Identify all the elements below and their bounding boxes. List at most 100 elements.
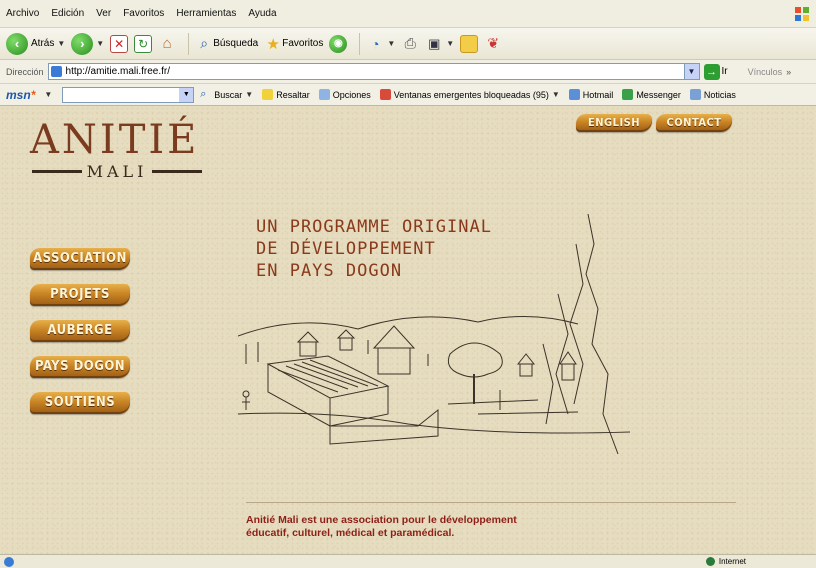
page-headline: UN PROGRAMME ORIGINAL DE DÉVELOPPEMENT E… bbox=[256, 216, 492, 282]
nav-projets-button[interactable]: PROJETS bbox=[30, 284, 130, 306]
menu-ayuda[interactable]: Ayuda bbox=[248, 8, 276, 19]
menu-archivo[interactable]: Archivo bbox=[6, 8, 39, 19]
go-button[interactable]: → Ir bbox=[703, 63, 728, 80]
site-tagline: Anitié Mali est une association pour le … bbox=[246, 514, 766, 540]
chevron-down-icon[interactable]: ▼ bbox=[683, 64, 699, 79]
options-label: Opciones bbox=[332, 89, 371, 100]
highlighter-icon bbox=[262, 89, 274, 100]
page-status-icon bbox=[4, 556, 14, 567]
back-label: Atrás bbox=[31, 38, 55, 49]
site-logo-title[interactable]: ANITIÉ bbox=[30, 120, 199, 160]
print-button[interactable]: ⎙ bbox=[401, 35, 419, 53]
go-label: Ir bbox=[721, 66, 728, 77]
nav-contact-button[interactable]: CONTACT bbox=[656, 114, 732, 132]
home-icon: ⌂ bbox=[162, 35, 172, 52]
address-url[interactable]: http://amitie.mali.free.fr/ bbox=[66, 66, 170, 77]
popup-blocker-button[interactable]: Ventanas emergentes bloqueadas (95) ▼ bbox=[379, 89, 560, 100]
headline-line-2: DE DÉVELOPPEMENT bbox=[256, 239, 436, 259]
search-icon: ⌕ bbox=[200, 88, 207, 100]
chevron-down-icon[interactable]: ▼ bbox=[96, 39, 104, 48]
chevron-down-icon[interactable]: ▼ bbox=[179, 87, 194, 102]
options-icon bbox=[318, 89, 330, 100]
status-bar: Internet bbox=[0, 554, 816, 568]
highlight-label: Resaltar bbox=[276, 89, 310, 100]
msn-search-input[interactable]: ▼ bbox=[62, 86, 195, 103]
home-button[interactable]: ⌂ bbox=[158, 35, 176, 53]
options-button[interactable]: Opciones bbox=[318, 89, 371, 100]
forward-arrow-icon: › bbox=[71, 32, 94, 55]
nav-soutiens-button[interactable]: SOUTIENS bbox=[30, 392, 130, 414]
back-button[interactable]: ‹ Atrás ▼ bbox=[6, 32, 65, 55]
menu-bar: Archivo Edición Ver Favoritos Herramient… bbox=[0, 0, 816, 28]
logo-mali-text: MALI bbox=[86, 162, 148, 181]
address-bar: Dirección http://amitie.mali.free.fr/ ▼ … bbox=[0, 60, 816, 84]
hotmail-button[interactable]: Hotmail bbox=[568, 89, 614, 100]
toolbar-divider bbox=[188, 32, 190, 55]
messenger-button[interactable]: ❦ bbox=[484, 35, 502, 53]
refresh-icon: ↻ bbox=[134, 34, 153, 53]
chevron-down-icon[interactable]: ▼ bbox=[44, 90, 52, 99]
nav-english-button[interactable]: ENGLISH bbox=[576, 114, 652, 132]
menu-favoritos[interactable]: Favoritos bbox=[123, 8, 164, 19]
star-icon: ★ bbox=[266, 35, 280, 53]
headline-line-3: EN PAYS DOGON bbox=[256, 261, 403, 281]
edit-icon: ▣ bbox=[428, 35, 441, 51]
nav-auberge-button[interactable]: AUBERGE bbox=[30, 320, 130, 342]
search-button[interactable]: ⌕ Búsqueda bbox=[195, 35, 258, 53]
messenger-link[interactable]: Messenger bbox=[622, 89, 681, 100]
back-arrow-icon: ‹ bbox=[6, 32, 28, 55]
site-logo-subtitle[interactable]: MALI bbox=[32, 162, 203, 181]
tagline-line-2: éducatif, culturel, médical et paramédic… bbox=[246, 527, 455, 539]
nav-association-button[interactable]: ASSOCIATION bbox=[30, 248, 130, 270]
content-divider bbox=[246, 502, 736, 503]
stop-icon: ✕ bbox=[110, 34, 129, 53]
favorites-button[interactable]: ★ Favoritos bbox=[264, 35, 324, 53]
news-icon bbox=[689, 89, 701, 100]
page-icon bbox=[50, 66, 62, 77]
chevron-right-icon[interactable]: » bbox=[786, 67, 791, 77]
chevron-down-icon[interactable]: ▼ bbox=[446, 39, 454, 48]
msn-logo-icon[interactable]: msn* bbox=[6, 88, 35, 102]
security-zone: Internet bbox=[705, 557, 746, 566]
messenger-buddy-icon bbox=[622, 89, 634, 100]
stop-button[interactable]: ✕ bbox=[110, 34, 129, 53]
history-button[interactable]: ◔ ▼ bbox=[366, 35, 395, 53]
logo-rule bbox=[152, 170, 203, 173]
search-icon: ⌕ bbox=[200, 35, 209, 51]
nav-pays-dogon-button[interactable]: PAYS DOGON bbox=[30, 356, 130, 378]
chevron-down-icon[interactable]: ▼ bbox=[387, 39, 395, 48]
hotmail-label: Hotmail bbox=[582, 89, 614, 100]
chevron-down-icon[interactable]: ▼ bbox=[57, 39, 65, 48]
refresh-button[interactable]: ↻ bbox=[134, 34, 153, 53]
hotmail-icon bbox=[568, 89, 580, 100]
messenger-label: Messenger bbox=[636, 89, 681, 100]
page-viewport: ANITIÉ MALI ENGLISH CONTACT ASSOCIATION … bbox=[0, 106, 816, 554]
news-label: Noticias bbox=[703, 89, 736, 100]
edit-button[interactable]: ▣ ▼ bbox=[425, 35, 454, 53]
go-arrow-icon: → bbox=[703, 63, 720, 80]
msn-search-button[interactable]: ⌕ Buscar ▼ bbox=[200, 89, 253, 100]
address-label: Dirección bbox=[6, 66, 44, 77]
menu-herramientas[interactable]: Herramientas bbox=[176, 8, 236, 19]
chevron-down-icon[interactable]: ▼ bbox=[245, 90, 253, 99]
windows-logo-icon bbox=[795, 7, 809, 21]
tagline-line-1: Anitié Mali est une association pour le … bbox=[246, 514, 517, 526]
links-button[interactable]: Vínculos bbox=[748, 67, 783, 77]
zone-label: Internet bbox=[718, 557, 746, 566]
media-button[interactable]: ◉ bbox=[329, 34, 348, 53]
address-input[interactable]: http://amitie.mali.free.fr/ ▼ bbox=[47, 63, 700, 80]
history-icon: ◔ bbox=[371, 35, 380, 52]
highlight-button[interactable]: Resaltar bbox=[262, 89, 310, 100]
logo-rule bbox=[32, 170, 82, 173]
standard-toolbar: ‹ Atrás ▼ › ▼ ✕ ↻ ⌂ ⌕ Búsqueda ★ Favorit… bbox=[0, 28, 816, 60]
forward-button[interactable]: › ▼ bbox=[71, 32, 104, 55]
menu-edicion[interactable]: Edición bbox=[51, 8, 84, 19]
menu-ver[interactable]: Ver bbox=[96, 8, 111, 19]
folder-button[interactable] bbox=[460, 34, 479, 53]
media-icon: ◉ bbox=[329, 34, 348, 53]
toolbar-divider bbox=[359, 32, 361, 55]
chevron-down-icon[interactable]: ▼ bbox=[552, 90, 560, 99]
folder-icon bbox=[460, 34, 479, 53]
news-button[interactable]: Noticias bbox=[689, 89, 736, 100]
printer-icon: ⎙ bbox=[404, 35, 416, 51]
